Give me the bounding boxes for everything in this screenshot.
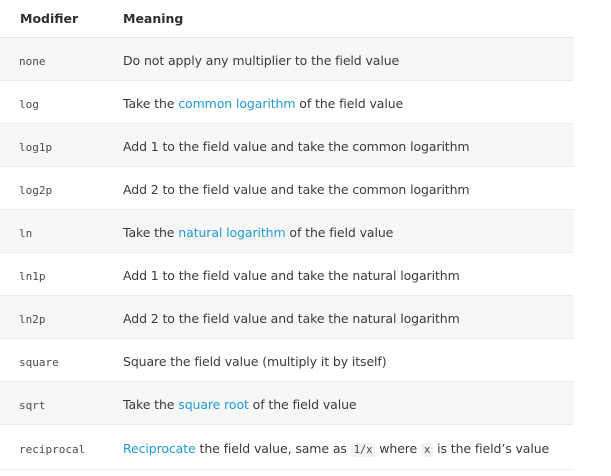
meaning-text: Add 2 to the field value and take the na… — [123, 311, 460, 326]
meaning-cell: Reciprocate the field value, same as 1/x… — [123, 424, 574, 470]
modifier-code: ln2p — [19, 312, 46, 326]
meaning-segment: where — [375, 440, 422, 456]
modifier-code: ln — [19, 226, 33, 240]
header-meaning: Meaning — [123, 0, 574, 38]
meaning-text: Square the field value (multiply it by i… — [123, 354, 387, 369]
reciprocate-link[interactable]: Reciprocate — [123, 441, 196, 456]
inline-code-x: x — [421, 442, 434, 457]
meaning-cell: Add 1 to the field value and take the co… — [123, 123, 574, 167]
modifier-code: reciprocal — [19, 442, 86, 456]
meaning-cell: Add 1 to the field value and take the na… — [123, 252, 574, 296]
modifier-cell: log2p — [0, 166, 123, 210]
meaning-text: Do not apply any multiplier to the field… — [123, 53, 399, 68]
meaning-segment: of the field value — [285, 224, 394, 240]
meaning-cell: Take the square root of the field value — [123, 381, 574, 425]
inline-code-reciprocal: 1/x — [350, 442, 376, 457]
meaning-segment: Add 1 to the field value and take the co… — [123, 138, 470, 154]
modifier-cell: log1p — [0, 123, 123, 167]
meaning-cell: Add 2 to the field value and take the co… — [123, 166, 574, 210]
modifier-cell: ln — [0, 209, 123, 253]
meaning-text: Take the natural logarithm of the field … — [123, 225, 393, 240]
table-row: ln2p Add 2 to the field value and take t… — [0, 295, 574, 339]
natural-logarithm-link[interactable]: natural logarithm — [178, 225, 285, 240]
meaning-segment: Take the — [123, 396, 179, 412]
meaning-cell: Square the field value (multiply it by i… — [123, 338, 574, 382]
table-row: log1p Add 1 to the field value and take … — [0, 123, 574, 167]
table-header-row: Modifier Meaning — [0, 0, 574, 38]
meaning-segment: the field value, same as — [195, 440, 351, 456]
meaning-cell: Add 2 to the field value and take the na… — [123, 295, 574, 339]
meaning-segment: Take the — [123, 224, 179, 240]
table-row: log2p Add 2 to the field value and take … — [0, 166, 574, 210]
modifier-cell: log — [0, 80, 123, 124]
meaning-text: Take the square root of the field value — [123, 396, 357, 412]
table-row: none Do not apply any multiplier to the … — [0, 37, 574, 81]
header-modifier: Modifier — [0, 0, 123, 38]
modifier-code: square — [19, 355, 59, 369]
modifier-cell: reciprocal — [0, 424, 123, 470]
meaning-text: Add 1 to the field value and take the na… — [123, 268, 460, 283]
meaning-segment: Add 1 to the field value and take the na… — [123, 267, 460, 283]
modifier-table: Modifier Meaning none Do not apply any m… — [0, 0, 574, 470]
table-row: reciprocal Reciprocate the field value, … — [0, 424, 574, 470]
table-row: log Take the common logarithm of the fie… — [0, 80, 574, 124]
modifier-code: log1p — [19, 140, 53, 154]
meaning-segment: Add 2 to the field value and take the na… — [123, 310, 460, 326]
square-root-link[interactable]: square root — [178, 397, 249, 412]
modifier-cell: ln2p — [0, 295, 123, 339]
meaning-segment: of the field value — [295, 95, 404, 111]
modifier-code: log — [19, 97, 39, 111]
modifier-cell: square — [0, 338, 123, 382]
meaning-segment: is the field’s value — [433, 440, 550, 456]
table-row: ln Take the natural logarithm of the fie… — [0, 209, 574, 253]
meaning-cell: Take the common logarithm of the field v… — [123, 80, 574, 124]
meaning-segment: Square the field value (multiply it by i… — [123, 353, 387, 369]
meaning-segment: Add 2 to the field value and take the co… — [123, 181, 470, 197]
meaning-text: Add 1 to the field value and take the co… — [123, 139, 470, 154]
meaning-text: Reciprocate the field value, same as 1/x… — [123, 440, 550, 457]
table-row: square Square the field value (multiply … — [0, 338, 574, 382]
modifier-cell: sqrt — [0, 381, 123, 425]
table-row: sqrt Take the square root of the field v… — [0, 381, 574, 425]
meaning-segment: Do not apply any multiplier to the field… — [123, 52, 400, 68]
meaning-text: Add 2 to the field value and take the co… — [123, 182, 470, 197]
meaning-cell: Take the natural logarithm of the field … — [123, 209, 574, 253]
meaning-segment: Take the — [123, 95, 179, 111]
modifier-cell: ln1p — [0, 252, 123, 296]
meaning-cell: Do not apply any multiplier to the field… — [123, 37, 574, 81]
common-logarithm-link[interactable]: common logarithm — [178, 96, 295, 111]
table-row: ln1p Add 1 to the field value and take t… — [0, 252, 574, 296]
modifier-code: sqrt — [19, 398, 46, 412]
meaning-segment: of the field value — [248, 396, 357, 412]
modifier-code: ln1p — [19, 269, 46, 283]
modifier-code: log2p — [19, 183, 53, 197]
meaning-text: Take the common logarithm of the field v… — [123, 96, 403, 111]
modifier-code: none — [19, 54, 46, 68]
modifier-cell: none — [0, 37, 123, 81]
